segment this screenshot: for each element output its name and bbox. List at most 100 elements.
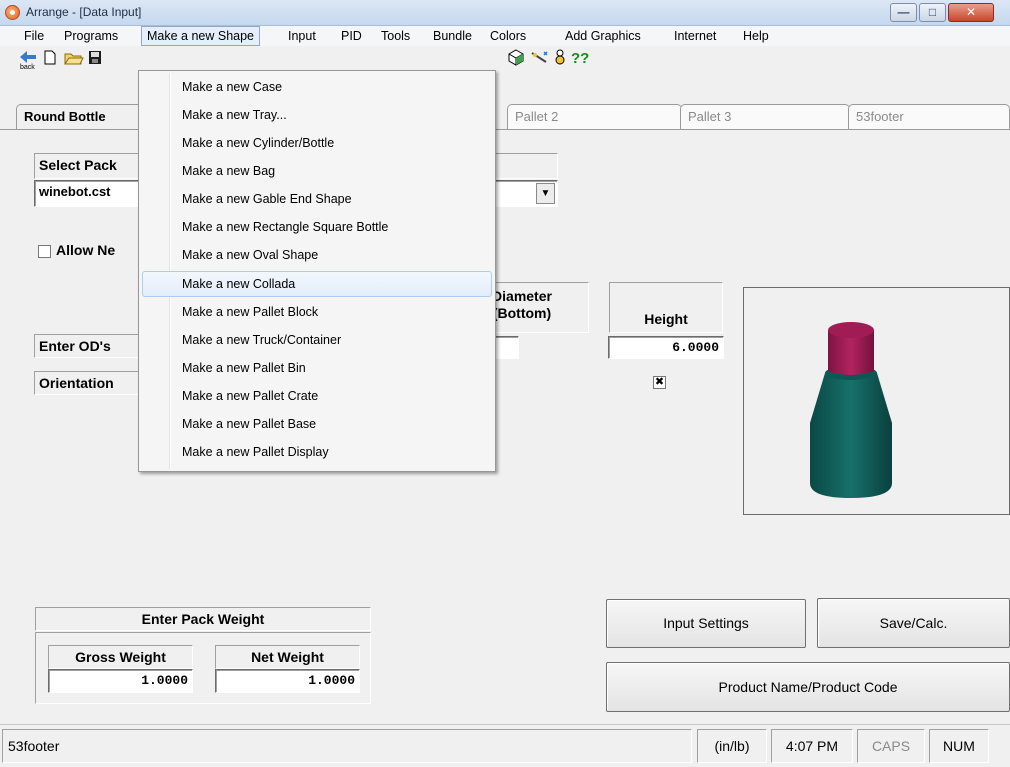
menu-bundle[interactable]: Bundle [428, 26, 477, 46]
help-button[interactable]: ?? [571, 48, 589, 70]
open-button[interactable] [64, 48, 84, 70]
minimize-button[interactable]: — [890, 3, 917, 22]
orientation-text: Orientation [39, 375, 114, 391]
enter-ods-label: Enter OD's [34, 334, 144, 358]
menu-item-pallet-block[interactable]: Make a new Pallet Block [142, 299, 492, 325]
box-icon [508, 49, 524, 66]
wand-icon [531, 51, 548, 63]
help-icon: ?? [571, 50, 590, 67]
minimize-icon: — [897, 5, 910, 19]
menu-item-pallet-bin[interactable]: Make a new Pallet Bin [142, 355, 492, 381]
product-name-button[interactable]: Product Name/Product Code [606, 662, 1010, 712]
svg-text:back: back [20, 64, 35, 70]
back-arrow-icon: back [20, 51, 36, 71]
height-checkbox[interactable]: ✖ [653, 376, 666, 389]
arrange-app-icon [5, 5, 20, 20]
allow-label: Allow Ne [56, 242, 116, 258]
status-units-text: (in/lb) [714, 738, 750, 754]
title-bar: Arrange - [Data Input] — □ ✕ [0, 0, 1010, 26]
status-message: 53footer [2, 729, 692, 763]
shape-preview [743, 287, 1010, 515]
tab-pallet-2[interactable]: Pallet 2 [507, 104, 682, 130]
save-disk-icon [89, 51, 101, 64]
status-caps: CAPS [857, 729, 925, 763]
input-settings-button[interactable]: Input Settings [606, 599, 806, 648]
make-shape-dropdown: Make a new Case Make a new Tray... Make … [138, 70, 496, 472]
gross-weight-input[interactable]: 1.0000 [48, 669, 193, 693]
input-settings-label: Input Settings [663, 615, 749, 631]
menu-item-rectangle-square-bottle[interactable]: Make a new Rectangle Square Bottle [142, 214, 492, 240]
menu-programs[interactable]: Programs [59, 26, 123, 46]
menu-item-pallet-base[interactable]: Make a new Pallet Base [142, 411, 492, 437]
menu-internet[interactable]: Internet [669, 26, 721, 46]
menu-item-gable-end-shape[interactable]: Make a new Gable End Shape [142, 186, 492, 212]
enter-ods-text: Enter OD's [39, 338, 111, 354]
menu-item-oval-shape[interactable]: Make a new Oval Shape [142, 242, 492, 268]
tab-53footer[interactable]: 53footer [848, 104, 1010, 130]
save-button[interactable] [88, 48, 102, 70]
open-folder-icon [64, 53, 84, 65]
menu-item-cylinder-bottle[interactable]: Make a new Cylinder/Bottle [142, 130, 492, 156]
save-calc-button[interactable]: Save/Calc. [817, 598, 1010, 648]
menu-make-a-new-shape[interactable]: Make a new Shape [141, 26, 261, 46]
pack-file-value: winebot.cst [39, 184, 111, 199]
figure-button[interactable] [553, 48, 567, 70]
tab-label: Round Bottle [24, 109, 106, 124]
new-file-icon [44, 50, 56, 65]
net-weight-header: Net Weight [215, 645, 360, 669]
status-caps-text: CAPS [871, 738, 911, 754]
menu-item-bag[interactable]: Make a new Bag [142, 158, 492, 184]
tab-label: Pallet 2 [515, 109, 559, 124]
net-weight-label: Net Weight [251, 649, 324, 665]
menu-item-pallet-crate[interactable]: Make a new Pallet Crate [142, 383, 492, 409]
product-name-label: Product Name/Product Code [718, 679, 898, 695]
menu-file[interactable]: File [19, 26, 49, 46]
wand-button[interactable] [530, 48, 550, 70]
gross-weight-header: Gross Weight [48, 645, 193, 669]
allow-checkbox[interactable] [38, 245, 51, 258]
maximize-icon: □ [928, 5, 937, 19]
close-icon: ✕ [965, 5, 977, 19]
tab-label: Pallet 3 [688, 109, 732, 124]
tab-pallet-3[interactable]: Pallet 3 [680, 104, 850, 130]
menu-item-collada[interactable]: Make a new Collada [142, 271, 492, 297]
menu-add-graphics[interactable]: Add Graphics [560, 26, 646, 46]
menu-tools[interactable]: Tools [376, 26, 415, 46]
height-header: Height [609, 282, 723, 333]
back-button[interactable]: back [18, 48, 38, 71]
gross-weight-label: Gross Weight [75, 649, 166, 665]
menu-input[interactable]: Input [283, 26, 321, 46]
gross-weight-value: 1.0000 [141, 673, 188, 688]
bottle-3d-preview [810, 322, 892, 498]
new-file-button[interactable] [43, 48, 57, 70]
height-header-label: Height [644, 311, 688, 327]
menu-help[interactable]: Help [738, 26, 774, 46]
close-button[interactable]: ✕ [948, 3, 994, 22]
menu-colors[interactable]: Colors [485, 26, 531, 46]
menu-pid[interactable]: PID [336, 26, 367, 46]
tab-label: 53footer [856, 109, 904, 124]
maximize-button[interactable]: □ [919, 3, 946, 22]
net-weight-value: 1.0000 [308, 673, 355, 688]
menu-item-tray[interactable]: Make a new Tray... [142, 102, 492, 128]
figure-icon [555, 49, 565, 65]
status-units: (in/lb) [697, 729, 767, 763]
status-message-text: 53footer [8, 738, 60, 754]
window-title: Arrange - [Data Input] [26, 5, 142, 19]
menu-bar: File Programs Make a new Shape Input PID… [0, 26, 1010, 46]
pack-weight-title: Enter Pack Weight [35, 607, 371, 631]
menu-item-case[interactable]: Make a new Case [142, 74, 492, 100]
menu-item-pallet-display[interactable]: Make a new Pallet Display [142, 439, 492, 465]
box-button[interactable] [507, 48, 525, 70]
status-time-text: 4:07 PM [785, 738, 839, 754]
status-num-text: NUM [943, 738, 975, 754]
menu-item-truck-container[interactable]: Make a new Truck/Container [142, 327, 492, 353]
select-pack-label: Select Pack [39, 157, 117, 173]
save-calc-label: Save/Calc. [879, 615, 948, 631]
height-value: 6.0000 [672, 340, 719, 355]
height-input[interactable]: 6.0000 [608, 336, 724, 359]
dropdown-arrow-icon[interactable]: ▼ [536, 183, 555, 204]
net-weight-input[interactable]: 1.0000 [215, 669, 360, 693]
orientation-label: Orientation [34, 371, 144, 395]
pack-weight-title-text: Enter Pack Weight [141, 611, 265, 627]
